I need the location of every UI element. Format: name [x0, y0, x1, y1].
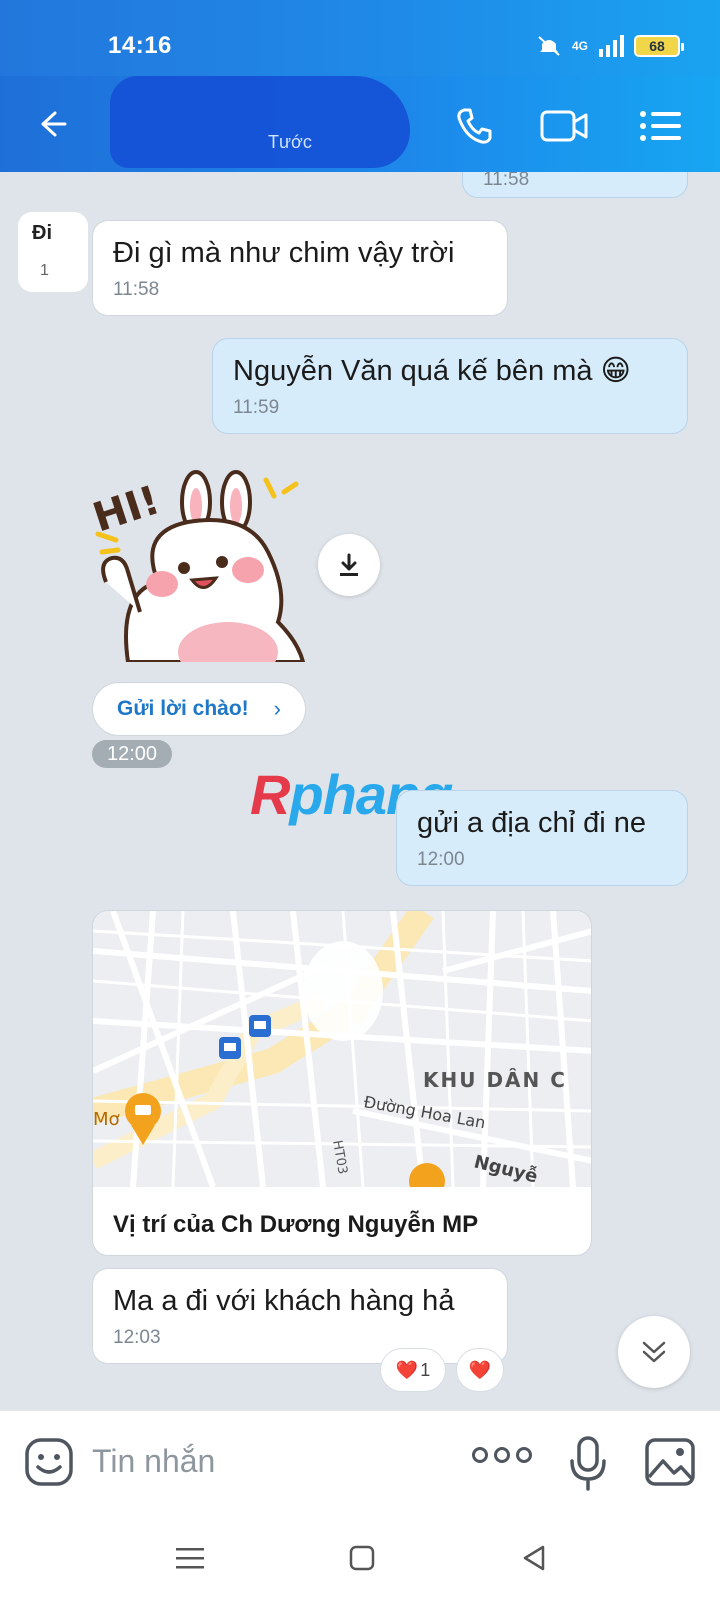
message-bubble-incoming[interactable]: Đi gì mà như chim vậy trời 11:58 — [92, 220, 508, 316]
message-time: 12:03 — [113, 1327, 161, 1348]
message-time: 11:58 — [113, 279, 160, 300]
more-dots-icon[interactable] — [472, 1447, 532, 1463]
map-label-place: Mơ — [93, 1109, 120, 1130]
map-label-area: KHU DÂN C — [423, 1068, 567, 1092]
message-bubble-outgoing[interactable]: gửi a địa chỉ đi ne 12:00 — [396, 790, 688, 886]
message-bubble-outgoing[interactable]: 11:58 — [462, 172, 688, 198]
network-type: 4G — [571, 39, 588, 53]
video-call-button[interactable] — [540, 102, 588, 150]
message-bubble-outgoing[interactable]: Nguyễn Văn quá kế bên mà 😁 11:59 — [212, 338, 688, 434]
back-nav-button[interactable] — [514, 1540, 554, 1576]
back-button[interactable] — [30, 102, 74, 146]
status-time: 14:16 — [108, 32, 172, 59]
battery-level: 68 — [649, 38, 665, 54]
recents-button[interactable] — [170, 1540, 210, 1576]
map-preview: KHU DÂN C Đường Hoa Lan Nguyễ HT03 Mơ — [93, 911, 591, 1187]
double-chevron-down-icon — [642, 1341, 666, 1363]
heart-icon: ❤️ — [395, 1359, 419, 1380]
download-button[interactable] — [318, 534, 380, 596]
message-input-bar: Tin nhắn — [0, 1410, 720, 1516]
menu-button[interactable] — [636, 102, 684, 150]
send-greeting-button[interactable]: Gửi lời chào! › — [92, 682, 306, 736]
message-time: 12:00 — [417, 849, 465, 870]
call-button[interactable] — [450, 102, 498, 150]
avatar[interactable]: Đi 1 — [18, 212, 88, 292]
square-icon — [349, 1545, 375, 1571]
battery-icon: 68 — [634, 35, 684, 57]
sticker-face-icon[interactable] — [24, 1437, 74, 1487]
download-icon — [340, 553, 358, 576]
heart-icon: ❤️ — [468, 1359, 492, 1380]
arrow-left-icon — [41, 111, 67, 137]
list-menu-icon — [640, 111, 681, 141]
chat-messages[interactable]: 11:58 Đi 1 Đi gì mà như chim vậy trời 11… — [0, 172, 720, 1410]
mute-icon — [538, 36, 560, 56]
location-caption: Vị trí của Ch Dương Nguyễn MP — [113, 1211, 479, 1238]
triangle-back-icon — [523, 1545, 545, 1571]
message-time: 11:58 — [483, 172, 530, 190]
message-time: 11:59 — [233, 397, 280, 418]
system-nav-bar — [0, 1516, 720, 1600]
microphone-icon[interactable] — [568, 1435, 608, 1491]
redacted-contact-name — [110, 76, 410, 168]
chevron-right-icon: › — [273, 696, 281, 721]
header-subtitle: Tước — [268, 132, 312, 152]
add-reaction-button[interactable]: ❤️ — [456, 1348, 504, 1392]
message-input[interactable]: Tin nhắn — [92, 1443, 215, 1480]
time-badge: 12:00 — [92, 740, 172, 768]
home-button[interactable] — [342, 1540, 382, 1576]
hamburger-icon — [176, 1548, 204, 1569]
location-card[interactable]: KHU DÂN C Đường Hoa Lan Nguyễ HT03 Mơ Vị… — [92, 910, 592, 1256]
reaction-count: 1 — [420, 1359, 431, 1380]
avatar-number: 1 — [40, 262, 49, 279]
send-greeting-label: Gửi lời chào! — [117, 697, 249, 720]
signal-icon — [599, 35, 624, 57]
image-icon[interactable] — [644, 1437, 696, 1487]
message-text: Đi gì mà như chim vậy trời — [113, 237, 455, 269]
watermark-first-letter: R — [250, 763, 290, 826]
message-text: gửi a địa chỉ đi ne — [417, 807, 646, 839]
avatar-text: Đi — [32, 222, 52, 244]
reaction-badge[interactable]: ❤️ 1 — [380, 1348, 446, 1392]
status-bar: 14:16 4G 68 — [0, 0, 720, 76]
scroll-to-bottom-button[interactable] — [618, 1316, 690, 1388]
message-text: Ma a đi với khách hàng hả — [113, 1285, 455, 1317]
phone-icon — [457, 108, 492, 144]
status-icons: 4G 68 — [536, 34, 684, 58]
chat-header: Tước — [0, 76, 720, 172]
bunny-hi-sticker[interactable]: HI! — [88, 462, 308, 662]
video-camera-icon — [540, 110, 588, 142]
sticker-text: HI! — [88, 477, 165, 541]
message-bubble-incoming[interactable]: Ma a đi với khách hàng hả 12:03 — [92, 1268, 508, 1364]
message-text: Nguyễn Văn quá kế bên mà 😁 — [233, 355, 631, 387]
